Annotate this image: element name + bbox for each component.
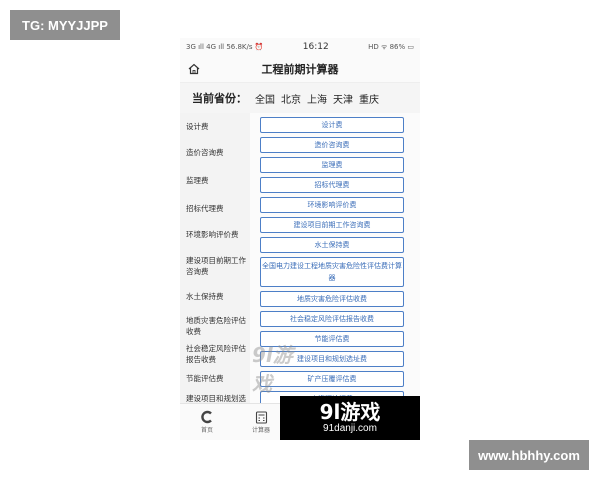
status-time: 16:12 <box>302 42 329 52</box>
province-option-quanguo[interactable]: 全国 <box>255 91 275 106</box>
category-item[interactable]: 设计费 <box>180 117 250 143</box>
phone-screen: 3G ıll 4G ıll 56.8K/s ⏰ 16:12 HD ᯤ 86% ▭… <box>180 38 420 440</box>
site-watermark-label: www.hbhhy.com <box>469 440 589 470</box>
calc-button-cost-consult[interactable]: 造价咨询费 <box>260 137 404 153</box>
calc-button-soil-water[interactable]: 水土保持费 <box>260 237 404 253</box>
province-option-tianjin[interactable]: 天津 <box>333 91 353 106</box>
c-logo-icon <box>201 410 212 424</box>
site-logo-watermark: 9l游戏 91danji.com <box>280 396 420 440</box>
logo-url-text: 91danji.com <box>323 423 377 434</box>
home-icon <box>188 63 200 75</box>
province-label: 当前省份： <box>192 92 247 105</box>
province-option-chongqing[interactable]: 重庆 <box>359 91 379 106</box>
nav-home[interactable]: 首页 <box>180 404 234 440</box>
app-header: 工程前期计算器 <box>180 56 420 83</box>
category-item[interactable]: 环境影响评价费 <box>180 227 250 253</box>
province-option-beijing[interactable]: 北京 <box>281 91 301 106</box>
status-battery: HD ᯤ 86% ▭ <box>368 42 414 51</box>
category-sidebar: 设计费 造价咨询费 监理费 招标代理费 环境影响评价费 建设项目前期工作咨询费 … <box>180 113 250 414</box>
category-item[interactable]: 水土保持费 <box>180 285 250 313</box>
calc-button-design[interactable]: 设计费 <box>260 117 404 133</box>
category-item[interactable]: 建设项目前期工作咨询费 <box>180 253 250 285</box>
home-button[interactable] <box>186 61 202 77</box>
calc-button-geohazard[interactable]: 地质灾害危险评估收费 <box>260 291 404 307</box>
calc-button-site-selection[interactable]: 建设项目和规划选址费 <box>260 351 404 367</box>
page-title: 工程前期计算器 <box>261 63 339 76</box>
nav-calculator-label: 计算器 <box>251 426 270 434</box>
status-bar: 3G ıll 4G ıll 56.8K/s ⏰ 16:12 HD ᯤ 86% ▭ <box>180 38 420 56</box>
calculator-icon <box>255 410 267 424</box>
province-selector: 当前省份： 全国 北京 上海 天津 重庆 <box>180 83 420 113</box>
category-item[interactable]: 地质灾害危险评估收费 <box>180 313 250 341</box>
calc-button-mineral[interactable]: 矿产压覆评估费 <box>260 371 404 387</box>
calc-button-env-impact[interactable]: 环境影响评价费 <box>260 197 404 213</box>
province-option-shanghai[interactable]: 上海 <box>307 91 327 106</box>
category-item[interactable]: 造价咨询费 <box>180 143 250 171</box>
calc-button-bidding-agent[interactable]: 招标代理费 <box>260 177 404 193</box>
category-item[interactable]: 招标代理费 <box>180 199 250 227</box>
nav-home-label: 首页 <box>200 427 213 434</box>
tg-watermark-label: TG: MYYJJPP <box>10 10 120 40</box>
category-item[interactable]: 节能评估费 <box>180 369 250 391</box>
calc-button-energy[interactable]: 节能评估费 <box>260 331 404 347</box>
calc-button-social-risk[interactable]: 社会稳定风险评估报告收费 <box>260 311 404 327</box>
main-content: 设计费 造价咨询费 监理费 招标代理费 环境影响评价费 建设项目前期工作咨询费 … <box>180 113 420 414</box>
status-network: 3G ıll 4G ıll 56.8K/s ⏰ <box>186 43 264 51</box>
calculator-list: 设计费 造价咨询费 监理费 招标代理费 环境影响评价费 建设项目前期工作咨询费 … <box>250 113 420 413</box>
calc-button-power-geohazard[interactable]: 全国电力建设工程地质灾害危险性评估费计算器 <box>260 257 404 287</box>
calc-button-preliminary-consult[interactable]: 建设项目前期工作咨询费 <box>260 217 404 233</box>
logo-brand-text: 9l游戏 <box>319 400 381 424</box>
calc-button-supervision[interactable]: 监理费 <box>260 157 404 173</box>
category-item[interactable]: 监理费 <box>180 171 250 199</box>
category-item[interactable]: 社会稳定风险评估报告收费 <box>180 341 250 369</box>
